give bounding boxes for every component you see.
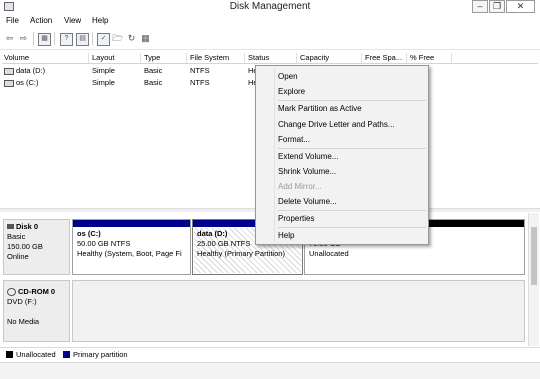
menu-item-add-mirror: Add Mirror... (278, 182, 322, 191)
disk-type: DVD (F:) (7, 297, 37, 306)
window-title: Disk Management (229, 1, 311, 12)
cd-rom-icon (7, 288, 16, 297)
disk-label[interactable]: CD-ROM 0 DVD (F:) No Media (3, 280, 70, 342)
column-free-space[interactable]: Free Spa... (363, 53, 407, 63)
layout-cell: Simple (92, 66, 115, 75)
hard-disk-icon (7, 224, 14, 229)
menu-item-explore[interactable]: Explore (278, 87, 305, 96)
toolbar-separator (92, 32, 93, 45)
partition-bar (73, 220, 190, 227)
menu-file[interactable]: File (6, 16, 19, 25)
menu-gutter (274, 68, 275, 242)
partition-status: Unallocated (309, 249, 349, 258)
forward-arrow-icon[interactable]: ⇨ (18, 33, 29, 44)
menu-item-properties[interactable]: Properties (278, 214, 314, 223)
menu-help[interactable]: Help (92, 16, 108, 25)
menu-item-format[interactable]: Format... (278, 135, 310, 144)
toolbar-separator (54, 32, 55, 45)
close-button[interactable]: ✕ (506, 0, 535, 13)
scrollbar-thumb[interactable] (531, 227, 537, 285)
menu-item-delete[interactable]: Delete Volume... (278, 197, 337, 206)
drive-icon (4, 67, 14, 75)
disk-row: CD-ROM 0 DVD (F:) No Media (3, 280, 525, 342)
restore-button[interactable]: ❐ (489, 0, 505, 13)
cd-rom-media-area[interactable] (72, 280, 525, 342)
menu-item-change-letter[interactable]: Change Drive Letter and Paths... (278, 120, 395, 129)
vertical-scrollbar[interactable] (528, 213, 539, 346)
toolbar-separator (33, 32, 34, 45)
context-menu: Open Explore Mark Partition as Active Ch… (255, 65, 429, 245)
column-capacity[interactable]: Capacity (298, 53, 362, 63)
partition-status: Healthy (Primary Partition) (197, 249, 285, 258)
column-layout[interactable]: Layout (90, 53, 141, 63)
back-arrow-icon[interactable]: ⇦ (4, 33, 15, 44)
disk-state: No Media (7, 317, 40, 326)
legend-primary: Primary partition (73, 350, 128, 359)
column-header: Volume Layout Type File System Status Ca… (2, 52, 538, 64)
menu-item-extend[interactable]: Extend Volume... (278, 152, 338, 161)
disk-name-text: CD-ROM 0 (18, 287, 56, 296)
properties-icon[interactable]: ▦ (38, 33, 51, 46)
column-percent-free[interactable]: % Free (408, 53, 452, 63)
menu-view[interactable]: View (64, 16, 81, 25)
column-file-system[interactable]: File System (188, 53, 245, 63)
legend-unallocated: Unallocated (16, 350, 56, 359)
disk-name: Disk 0 (7, 222, 66, 232)
legend: Unallocated Primary partition (0, 347, 540, 361)
menu-item-open[interactable]: Open (278, 72, 298, 81)
type-cell: Basic (144, 66, 163, 75)
grid-icon[interactable]: ▦ (140, 33, 151, 44)
menu-separator (278, 210, 426, 211)
refresh-icon[interactable]: ↻ (126, 33, 137, 44)
disk-name-text: Disk 0 (16, 222, 39, 231)
volume-name: data (D:) (16, 66, 46, 75)
disk-label[interactable]: Disk 0 Basic 150.00 GB Online (3, 219, 70, 275)
status-bar (0, 362, 540, 379)
menu-item-mark-active[interactable]: Mark Partition as Active (278, 104, 362, 113)
minimize-button[interactable]: – (472, 0, 488, 13)
volume-name: os (C:) (16, 78, 39, 87)
volume-icon[interactable]: ✓ (97, 33, 110, 46)
menu-item-help[interactable]: Help (278, 231, 294, 240)
disk-type: Basic (7, 232, 26, 241)
primary-swatch (63, 351, 70, 358)
volume-cell: data (D:) (4, 66, 45, 75)
unallocated-swatch (6, 351, 13, 358)
fs-cell: NTFS (190, 78, 210, 87)
menu-separator (278, 100, 426, 101)
toolbar: ⇦ ⇨ ▦ ? ▤ ✓ 🗁 ↻ ▦ (0, 28, 540, 50)
layout-cell: Simple (92, 78, 115, 87)
open-folder-icon[interactable]: 🗁 (112, 33, 123, 44)
partition-text: os (C:) 50.00 GB NTFS Healthy (System, B… (77, 229, 188, 259)
fs-cell: NTFS (190, 66, 210, 75)
disk-name: CD-ROM 0 (7, 287, 66, 297)
menu-separator (278, 148, 426, 149)
disk-state: Online (7, 252, 29, 261)
column-status[interactable]: Status (246, 53, 297, 63)
help-icon[interactable]: ? (60, 33, 73, 46)
menu-bar: File Action View Help (0, 15, 540, 28)
disk-size: 150.00 GB (7, 242, 43, 251)
partition-title: os (C:) (77, 229, 101, 238)
menu-action[interactable]: Action (30, 16, 52, 25)
volume-cell: os (C:) (4, 78, 39, 87)
help-book-icon[interactable]: ▤ (76, 33, 89, 46)
column-volume[interactable]: Volume (2, 53, 89, 63)
partition-size: 50.00 GB NTFS (77, 239, 131, 248)
menu-separator (278, 227, 426, 228)
column-type[interactable]: Type (142, 53, 187, 63)
partition-status: Healthy (System, Boot, Page Fi (77, 249, 182, 258)
partition-c[interactable]: os (C:) 50.00 GB NTFS Healthy (System, B… (72, 219, 191, 275)
type-cell: Basic (144, 78, 163, 87)
menu-item-shrink[interactable]: Shrink Volume... (278, 167, 336, 176)
drive-icon (4, 79, 14, 87)
title-bar: Disk Management – ❐ ✕ (0, 0, 540, 15)
